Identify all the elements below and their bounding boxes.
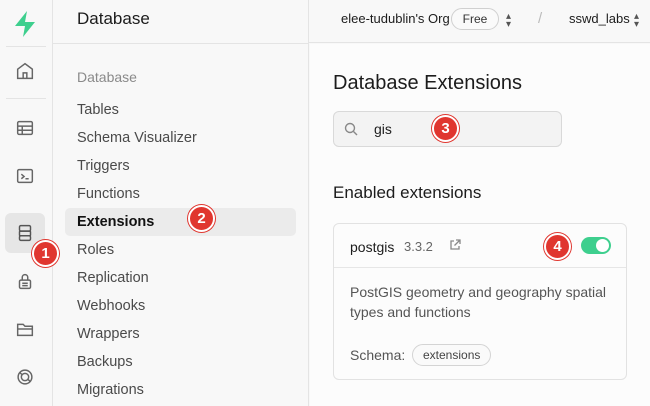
database-menu: Database Database Tables Schema Visualiz… (53, 0, 309, 406)
step-marker-2: 2 (188, 205, 215, 232)
realtime-icon[interactable] (5, 357, 45, 397)
project-chevron-icon[interactable]: ▴ ▾ (634, 12, 639, 30)
menu-item-replication[interactable]: Replication (65, 264, 296, 292)
supabase-logo-icon[interactable] (12, 10, 38, 38)
menu-item-schema-visualizer[interactable]: Schema Visualizer (65, 124, 296, 152)
extension-card: postgis 3.3.2 PostGIS geometry and geogr… (333, 223, 627, 380)
menu-title: Database (77, 9, 150, 28)
auth-lock-icon[interactable] (5, 261, 45, 301)
menu-item-functions[interactable]: Functions (65, 180, 296, 208)
menu-section-header: Database (77, 69, 137, 85)
sql-editor-icon[interactable] (5, 156, 45, 196)
table-editor-icon[interactable] (5, 108, 45, 148)
plan-badge: Free (451, 8, 499, 30)
menu-item-webhooks[interactable]: Webhooks (65, 292, 296, 320)
rail-divider (6, 98, 46, 99)
menu-item-triggers[interactable]: Triggers (65, 152, 296, 180)
step-marker-4: 4 (544, 233, 571, 260)
menu-item-wrappers[interactable]: Wrappers (65, 320, 296, 348)
project-switcher[interactable]: sswd_labs (569, 11, 630, 26)
main-content: Database Extensions gis Enabled extensio… (310, 44, 650, 406)
menu-item-tables[interactable]: Tables (65, 96, 296, 124)
step-marker-1: 1 (32, 240, 59, 267)
menu-item-extensions[interactable]: Extensions (65, 208, 296, 236)
page-title: Database Extensions (333, 72, 523, 94)
top-bar: elee-tudublin's Org Free ▴ ▾ / sswd_labs … (309, 0, 650, 43)
step-marker-3: 3 (432, 115, 459, 142)
home-icon[interactable] (5, 51, 45, 91)
extension-name: postgis (350, 239, 395, 255)
menu-item-migrations[interactable]: Migrations (65, 376, 296, 404)
extension-enabled-toggle[interactable] (581, 237, 611, 254)
extension-description: PostGIS geometry and geography spatial t… (350, 284, 607, 320)
menu-divider (53, 43, 309, 44)
toggle-knob (596, 239, 609, 252)
enabled-extensions-heading: Enabled extensions (333, 183, 482, 202)
breadcrumb-separator: / (538, 10, 543, 27)
extension-version: 3.3.2 (404, 239, 433, 254)
storage-icon[interactable] (5, 309, 45, 349)
menu-item-backups[interactable]: Backups (65, 348, 296, 376)
search-value: gis (374, 121, 392, 137)
org-switcher[interactable]: elee-tudublin's Org (341, 11, 450, 26)
external-link-icon[interactable] (448, 238, 462, 252)
extension-card-header: postgis 3.3.2 (334, 224, 626, 268)
menu-item-roles[interactable]: Roles (65, 236, 296, 264)
icon-rail (0, 0, 53, 406)
search-icon (344, 122, 358, 136)
rail-divider (6, 46, 46, 47)
schema-label: Schema: (350, 347, 406, 363)
org-chevron-icon[interactable]: ▴ ▾ (506, 12, 511, 30)
schema-badge: extensions (412, 344, 492, 366)
